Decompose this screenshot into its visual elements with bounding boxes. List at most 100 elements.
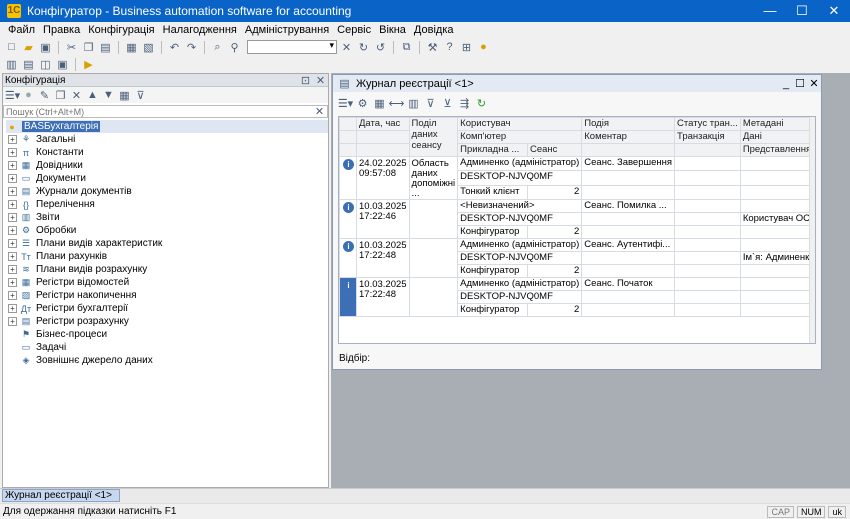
window-icon[interactable]: ⧉ — [399, 40, 414, 54]
debug-run-icon[interactable]: ▶ — [81, 57, 96, 71]
log-interval-icon[interactable]: ⟷ — [389, 96, 405, 110]
move-up-icon[interactable]: ▲ — [85, 88, 100, 102]
tree-item-chart-accounts[interactable]: + Тт Плани рахунків — [3, 250, 328, 263]
menu-administration[interactable]: Адміністрування — [241, 24, 333, 36]
table-row[interactable]: i 10.03.2025 17:22:48 Админенко (адміністра… — [339, 238, 815, 278]
search-icon[interactable]: ⚲ — [227, 40, 242, 54]
find-next-icon[interactable]: ↻ — [356, 40, 371, 54]
tree-item-business-process[interactable]: ⚑ Бізнес-процеси — [3, 328, 328, 341]
menu-edit[interactable]: Правка — [39, 24, 84, 36]
language-indicator[interactable]: uk — [828, 505, 846, 518]
expand-icon[interactable]: + — [8, 200, 17, 209]
new-icon[interactable]: □ — [4, 40, 19, 54]
menu-configuration[interactable]: Конфігурація — [84, 24, 158, 36]
header-data[interactable]: Дані — [739, 130, 815, 144]
actions-menu-icon[interactable]: ☰▾ — [5, 88, 20, 102]
table-row[interactable]: i 10.03.2025 17:22:48 Админенко (адміністра… — [339, 277, 815, 317]
save-icon[interactable]: ▣ — [38, 40, 53, 54]
tree-item-tasks[interactable]: ▭ Задачі — [3, 341, 328, 354]
tree-item-external-source[interactable]: ◈ Зовнішнє джерело даних — [3, 354, 328, 367]
preview-icon[interactable]: ▧ — [141, 40, 156, 54]
close-button[interactable]: ✕ — [818, 0, 850, 22]
search-combo[interactable] — [247, 40, 337, 54]
expand-icon[interactable]: + — [8, 252, 17, 261]
table-row[interactable]: i 10.03.2025 17:22:46 <Невизначений> Сеанс. … — [339, 199, 815, 239]
syntax-help-icon[interactable]: ⊞ — [459, 40, 474, 54]
pin-icon[interactable]: ⊡ — [298, 73, 313, 87]
table-row[interactable]: i 24.02.2025 09:57:08 Область даних допоміж… — [339, 155, 815, 200]
open-icon[interactable]: ▰ — [21, 40, 36, 54]
expand-icon[interactable]: + — [8, 265, 17, 274]
config-open-icon[interactable]: ▤ — [21, 57, 36, 71]
log-minimize-button[interactable]: _ — [779, 78, 793, 90]
add-icon[interactable]: ● — [21, 88, 36, 102]
expand-icon[interactable]: + — [8, 226, 17, 235]
header-user[interactable]: Користувач — [457, 117, 583, 131]
cut-icon[interactable]: ✂ — [64, 40, 79, 54]
minimize-button[interactable]: — — [754, 0, 786, 22]
log-close-button[interactable]: ✕ — [807, 77, 821, 90]
menu-debug[interactable]: Налагодження — [159, 24, 241, 36]
menu-windows[interactable]: Вікна — [375, 24, 410, 36]
clear-icon[interactable]: ✕ — [339, 40, 354, 54]
log-export-icon[interactable]: ⇶ — [457, 96, 472, 110]
database-update-icon[interactable]: ◫ — [38, 57, 53, 71]
log-maximize-button[interactable]: ☐ — [793, 77, 807, 90]
log-print-icon[interactable]: ▦ — [372, 96, 387, 110]
tree-item-reports[interactable]: + ▥ Звіти — [3, 211, 328, 224]
tree-item-documents[interactable]: + ▭ Документи — [3, 172, 328, 185]
delete-icon[interactable]: ✕ — [69, 88, 84, 102]
sort-icon[interactable]: ▦ — [117, 88, 132, 102]
panel-close-icon[interactable]: ✕ — [313, 73, 328, 87]
header-session[interactable]: Сеанс — [526, 143, 583, 157]
header-transaction[interactable]: Транзакція — [674, 130, 741, 144]
header-comment[interactable]: Коментар — [581, 130, 676, 144]
edit-icon[interactable]: ✎ — [37, 88, 52, 102]
tree-item-info-registers[interactable]: + ▦ Регістри відомостей — [3, 276, 328, 289]
tree-item-journals[interactable]: + ▤ Журнали документів — [3, 185, 328, 198]
tree-item-chart-calc[interactable]: + ≋ Плани видів розрахунку — [3, 263, 328, 276]
compare-icon[interactable]: ▣ — [55, 57, 70, 71]
move-down-icon[interactable]: ▼ — [101, 88, 116, 102]
log-columns-icon[interactable]: ▥ — [406, 96, 421, 110]
help-context-icon[interactable]: ? — [442, 40, 457, 54]
header-computer[interactable]: Комп'ютер — [457, 130, 583, 144]
config-search-input[interactable] — [4, 106, 312, 117]
header-status[interactable]: Статус тран... — [674, 117, 741, 131]
header-date[interactable]: Дата, час — [356, 117, 410, 131]
redo-icon[interactable]: ↷ — [184, 40, 199, 54]
expand-icon[interactable]: + — [8, 174, 17, 183]
tree-item-enums[interactable]: + {} Перелічення — [3, 198, 328, 211]
tree-item-chart-char[interactable]: + ☰ Плани видів характеристик — [3, 237, 328, 250]
expand-icon[interactable]: + — [8, 148, 17, 157]
header-metadata[interactable]: Метадані — [739, 117, 815, 131]
tree-item-accum-registers[interactable]: + ▨ Регістри накопичення — [3, 289, 328, 302]
config-tree-icon[interactable]: ▥ — [4, 57, 19, 71]
tree-item-calc-registers[interactable]: + ▤ Регістри розрахунку — [3, 315, 328, 328]
copy-item-icon[interactable]: ❐ — [53, 88, 68, 102]
menu-service[interactable]: Сервіс — [333, 24, 375, 36]
expand-icon[interactable]: + — [8, 213, 17, 222]
tree-item-acc-registers[interactable]: + Дт Регістри бухгалтерії — [3, 302, 328, 315]
tree-item-common[interactable]: + ⚘ Загальні — [3, 133, 328, 146]
find-prev-icon[interactable]: ↺ — [373, 40, 388, 54]
grid-vertical-scrollbar[interactable] — [809, 117, 815, 343]
expand-icon[interactable]: + — [8, 135, 17, 144]
find-in-icon[interactable]: ⌕ — [210, 40, 225, 54]
header-event[interactable]: Подія — [581, 117, 676, 131]
menu-file[interactable]: Файл — [4, 24, 39, 36]
tree-item-constants[interactable]: + π Константи — [3, 146, 328, 159]
expand-icon[interactable]: + — [8, 278, 17, 287]
expand-icon[interactable]: + — [8, 187, 17, 196]
expand-icon[interactable]: + — [8, 161, 17, 170]
maximize-button[interactable]: ☐ — [786, 0, 818, 22]
menu-help[interactable]: Довідка — [410, 24, 458, 36]
expand-icon[interactable]: + — [8, 304, 17, 313]
undo-icon[interactable]: ↶ — [167, 40, 182, 54]
expand-icon[interactable]: + — [8, 239, 17, 248]
search-clear-icon[interactable]: ✕ — [312, 105, 327, 119]
log-actions-icon[interactable]: ☰▾ — [338, 96, 353, 110]
expand-icon[interactable]: + — [8, 317, 17, 326]
expand-icon[interactable]: + — [8, 291, 17, 300]
taskbar-tab-event-log[interactable]: Журнал реєстрації <1> — [2, 489, 120, 502]
